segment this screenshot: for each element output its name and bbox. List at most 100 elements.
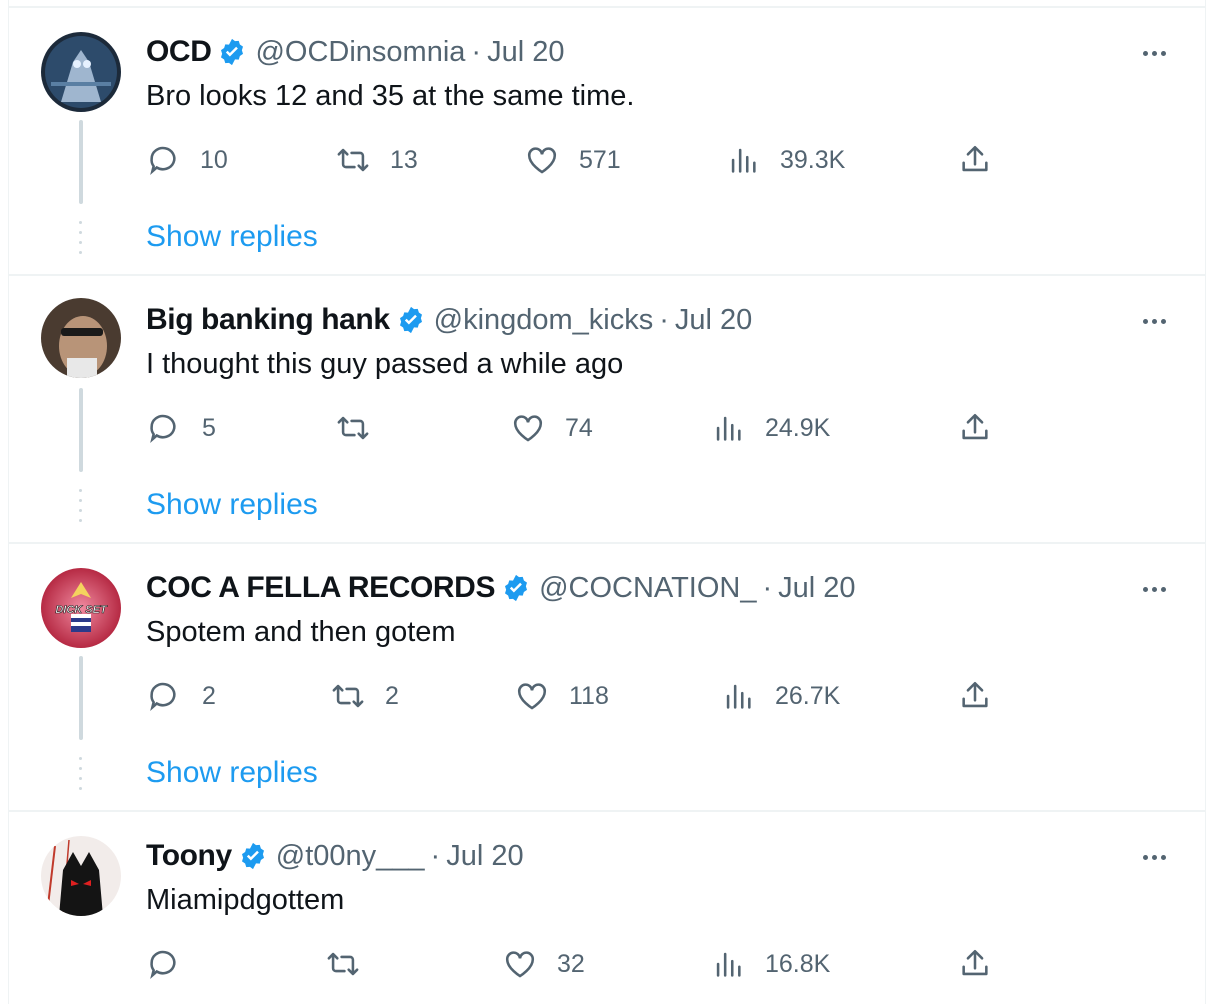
share-button[interactable] <box>958 142 992 178</box>
tweet-card[interactable]: Toony @t00ny___ · Jul 20 Miamipdgottem 3… <box>8 812 1206 1004</box>
share-button[interactable] <box>958 946 992 982</box>
reply-icon <box>146 947 180 981</box>
retweet-button[interactable]: 2 <box>331 678 399 714</box>
share-button[interactable] <box>958 678 992 714</box>
more-icon[interactable] <box>1143 48 1166 58</box>
separator-dot: · <box>430 839 441 872</box>
display-name[interactable]: Big banking hank <box>146 303 390 337</box>
retweet-count: 13 <box>390 145 418 174</box>
tweet-header: COC A FELLA RECORDS @COCNATION_ · Jul 20 <box>146 570 856 606</box>
tweet-card[interactable]: DICK SET COC A FELLA RECORDS @COCNATION_… <box>8 544 1206 812</box>
tweet-card[interactable]: OCD @OCDinsomnia · Jul 20 Bro looks 12 a… <box>8 8 1206 276</box>
retweet-button[interactable] <box>326 946 380 982</box>
heart-icon <box>511 411 545 445</box>
separator-dot: · <box>471 35 482 68</box>
reply-icon <box>146 411 180 445</box>
avatar[interactable] <box>41 298 121 378</box>
display-name[interactable]: Toony <box>146 839 232 873</box>
views-icon <box>721 679 755 713</box>
views-icon <box>711 411 745 445</box>
avatar-image: DICK SET <box>41 568 121 648</box>
share-icon <box>958 143 992 177</box>
retweet-icon <box>331 679 365 713</box>
views-button[interactable]: 39.3K <box>726 142 845 178</box>
retweet-icon <box>326 947 360 981</box>
thread-line <box>79 120 83 204</box>
avatar-text: DICK SET <box>55 604 108 616</box>
user-handle[interactable]: @kingdom_kicks <box>434 304 654 337</box>
reply-button[interactable]: 10 <box>146 142 228 178</box>
share-icon <box>958 947 992 981</box>
retweet-icon <box>336 143 370 177</box>
tweet-date[interactable]: Jul 20 <box>778 572 855 605</box>
like-button[interactable]: 118 <box>515 678 609 714</box>
views-icon <box>726 143 760 177</box>
like-button[interactable]: 571 <box>525 142 621 178</box>
heart-icon <box>503 947 537 981</box>
more-icon[interactable] <box>1143 584 1166 594</box>
separator-dot: · <box>659 303 669 336</box>
reply-icon <box>146 679 180 713</box>
share-button[interactable] <box>958 410 992 446</box>
tweet-header: Toony @t00ny___ · Jul 20 <box>146 838 524 874</box>
like-count: 571 <box>579 145 621 174</box>
heart-icon <box>525 143 559 177</box>
avatar[interactable] <box>41 836 121 916</box>
verified-badge-icon[interactable] <box>501 573 531 603</box>
share-icon <box>958 411 992 445</box>
heart-icon <box>515 679 549 713</box>
user-handle[interactable]: @OCDinsomnia <box>255 36 465 69</box>
verified-badge-icon[interactable] <box>396 305 426 335</box>
tweet-text: Miamipdgottem <box>146 884 345 916</box>
views-button[interactable]: 16.8K <box>711 946 830 982</box>
views-count: 26.7K <box>775 681 841 710</box>
show-replies-link[interactable]: Show replies <box>146 756 318 790</box>
tweet-date[interactable]: Jul 20 <box>675 304 752 337</box>
tweet-text: Bro looks 12 and 35 at the same time. <box>146 80 635 112</box>
tweet-header: Big banking hank @kingdom_kicks · Jul 20 <box>146 302 752 338</box>
reply-button[interactable]: 5 <box>146 410 216 446</box>
more-icon[interactable] <box>1143 316 1166 326</box>
reply-button[interactable] <box>146 946 200 982</box>
avatar[interactable] <box>41 32 121 112</box>
more-icon[interactable] <box>1143 852 1166 862</box>
avatar-image <box>41 298 121 378</box>
avatar[interactable]: DICK SET <box>41 568 121 648</box>
avatar-image <box>41 836 121 916</box>
thread-dots <box>79 757 83 797</box>
thread-line <box>79 656 83 740</box>
thread-dots <box>79 489 83 529</box>
tweet-header: OCD @OCDinsomnia · Jul 20 <box>146 34 564 70</box>
views-count: 16.8K <box>765 949 831 978</box>
user-handle[interactable]: @COCNATION_ <box>539 572 756 605</box>
user-handle[interactable]: @t00ny___ <box>276 840 425 873</box>
thread-dots <box>79 221 83 261</box>
tweet-text: Spotem and then gotem <box>146 616 456 648</box>
views-icon <box>711 947 745 981</box>
views-count: 39.3K <box>780 145 846 174</box>
tweet-date[interactable]: Jul 20 <box>446 840 523 873</box>
views-count: 24.9K <box>765 413 831 442</box>
show-replies-link[interactable]: Show replies <box>146 220 318 254</box>
retweet-count: 2 <box>385 681 399 710</box>
display-name[interactable]: OCD <box>146 35 212 69</box>
reply-count: 5 <box>202 413 216 442</box>
tweet-card[interactable]: Big banking hank @kingdom_kicks · Jul 20… <box>8 276 1206 544</box>
verified-badge-icon[interactable] <box>238 841 268 871</box>
like-button[interactable]: 74 <box>511 410 593 446</box>
retweet-button[interactable] <box>336 410 390 446</box>
show-replies-link[interactable]: Show replies <box>146 488 318 522</box>
verified-badge-icon[interactable] <box>217 37 247 67</box>
like-count: 74 <box>565 413 593 442</box>
display-name[interactable]: COC A FELLA RECORDS <box>146 571 495 605</box>
views-button[interactable]: 24.9K <box>711 410 830 446</box>
avatar-image <box>41 32 121 112</box>
retweet-button[interactable]: 13 <box>336 142 418 178</box>
reply-button[interactable]: 2 <box>146 678 216 714</box>
separator-dot: · <box>762 571 773 604</box>
tweet-text: I thought this guy passed a while ago <box>146 348 624 380</box>
views-button[interactable]: 26.7K <box>721 678 840 714</box>
tweet-date[interactable]: Jul 20 <box>487 36 564 69</box>
like-button[interactable]: 32 <box>503 946 585 982</box>
share-icon <box>958 679 992 713</box>
